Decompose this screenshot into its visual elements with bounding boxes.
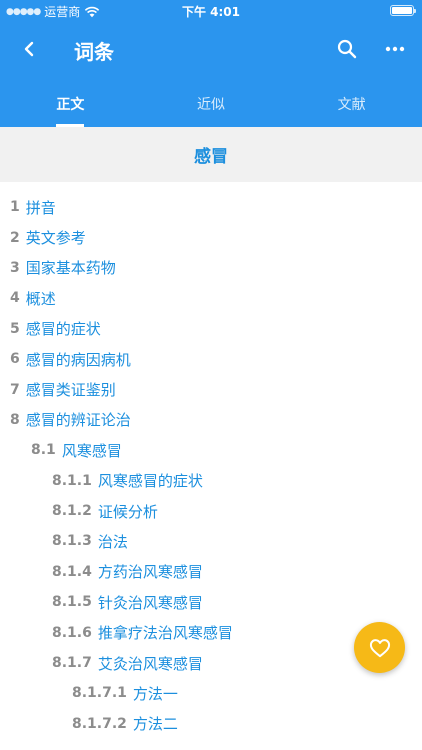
toc-item[interactable]: 8 感冒的辨证论治 — [0, 405, 422, 435]
tab-literature[interactable]: 文献 — [281, 86, 422, 127]
toc-number: 8.1.2 — [52, 503, 92, 520]
toc-label: 感冒的症状 — [25, 320, 101, 339]
toc-item[interactable]: 8.1.7.2 方法二 — [0, 709, 422, 739]
toc-item[interactable]: 8.1.4 方药治风寒感冒 — [0, 557, 422, 587]
search-button[interactable] — [332, 34, 362, 64]
toc-item[interactable]: 3 国家基本药物 — [0, 253, 422, 283]
toc-label: 证候分析 — [97, 502, 158, 521]
toc-number: 8.1.3 — [52, 533, 92, 550]
toc-label: 方法二 — [132, 715, 178, 734]
toc-number: 8.1.6 — [52, 624, 92, 641]
toc-item[interactable]: 8.1.1 风寒感冒的症状 — [0, 466, 422, 496]
toc-number: 8.1.7.1 — [72, 685, 127, 702]
toc-label: 概述 — [25, 289, 56, 308]
status-time: 下午 4:01 — [181, 5, 241, 19]
toc-item[interactable]: 5 感冒的症状 — [0, 314, 422, 344]
toc-number: 5 — [10, 320, 20, 337]
toc-label: 方药治风寒感冒 — [97, 563, 203, 582]
tab-bar: 正文 近似 文献 — [0, 86, 422, 127]
battery-icon — [390, 5, 416, 16]
toc-number: 3 — [10, 259, 20, 276]
page-title: 感冒 — [194, 147, 228, 167]
toc-item[interactable]: 7 感冒类证鉴别 — [0, 374, 422, 404]
toc-number: 4 — [10, 290, 20, 307]
toc-label: 风寒感冒 — [61, 441, 122, 460]
status-bar: ●●●●● 运营商 下午 4:01 — [0, 0, 422, 22]
toc-label: 感冒的病因病机 — [25, 350, 131, 369]
toc-number: 2 — [10, 229, 20, 246]
toc-item[interactable]: 1 拼音 — [0, 192, 422, 222]
tab-main-text[interactable]: 正文 — [0, 86, 141, 127]
back-button[interactable] — [14, 34, 44, 64]
toc-label: 艾灸治风寒感冒 — [97, 654, 203, 673]
toc-number: 6 — [10, 351, 20, 368]
toc-item[interactable]: 8.1 风寒感冒 — [0, 435, 422, 465]
toc-label: 针灸治风寒感冒 — [97, 593, 203, 612]
toc-item[interactable]: 8.1.3 治法 — [0, 526, 422, 556]
toc-number: 8.1.7 — [52, 655, 92, 672]
toc-label: 英文参考 — [25, 229, 86, 248]
toc-label: 治法 — [97, 532, 128, 551]
toc-number: 8.1.4 — [52, 563, 92, 580]
toc-item[interactable]: 8.1.5 针灸治风寒感冒 — [0, 587, 422, 617]
search-icon — [337, 39, 357, 59]
title-band: 感冒 — [0, 127, 422, 182]
toc-label: 推拿疗法治风寒感冒 — [97, 624, 233, 643]
more-icon — [385, 46, 405, 52]
back-arrow-icon — [24, 41, 34, 57]
heart-icon — [369, 638, 390, 657]
nav-title: 词条 — [74, 40, 114, 64]
toc-label: 风寒感冒的症状 — [97, 472, 203, 491]
favorite-button[interactable] — [354, 622, 405, 673]
toc-label: 拼音 — [25, 198, 56, 217]
nav-bar: 词条 — [0, 22, 422, 76]
toc-item[interactable]: 6 感冒的病因病机 — [0, 344, 422, 374]
more-button[interactable] — [380, 34, 410, 64]
toc-label: 国家基本药物 — [25, 259, 116, 278]
toc-item[interactable]: 2 英文参考 — [0, 222, 422, 252]
toc-number: 8.1.7.2 — [72, 715, 127, 732]
tab-similar[interactable]: 近似 — [141, 86, 282, 127]
toc-item[interactable]: 8.1.7.1 方法一 — [0, 678, 422, 708]
toc-number: 8.1 — [31, 442, 56, 459]
toc-number: 7 — [10, 381, 20, 398]
toc-label: 感冒的辨证论治 — [25, 411, 131, 430]
toc-number: 8.1.5 — [52, 594, 92, 611]
toc-label: 感冒类证鉴别 — [25, 381, 116, 400]
app-header: ●●●●● 运营商 下午 4:01 词条 正文 近似 文献 — [0, 0, 422, 127]
toc-number: 8.1.1 — [52, 472, 92, 489]
toc-label: 方法一 — [132, 684, 178, 703]
toc-number: 1 — [10, 199, 20, 216]
toc-item[interactable]: 4 概述 — [0, 283, 422, 313]
toc-number: 8 — [10, 411, 20, 428]
toc-item[interactable]: 8.1.2 证候分析 — [0, 496, 422, 526]
